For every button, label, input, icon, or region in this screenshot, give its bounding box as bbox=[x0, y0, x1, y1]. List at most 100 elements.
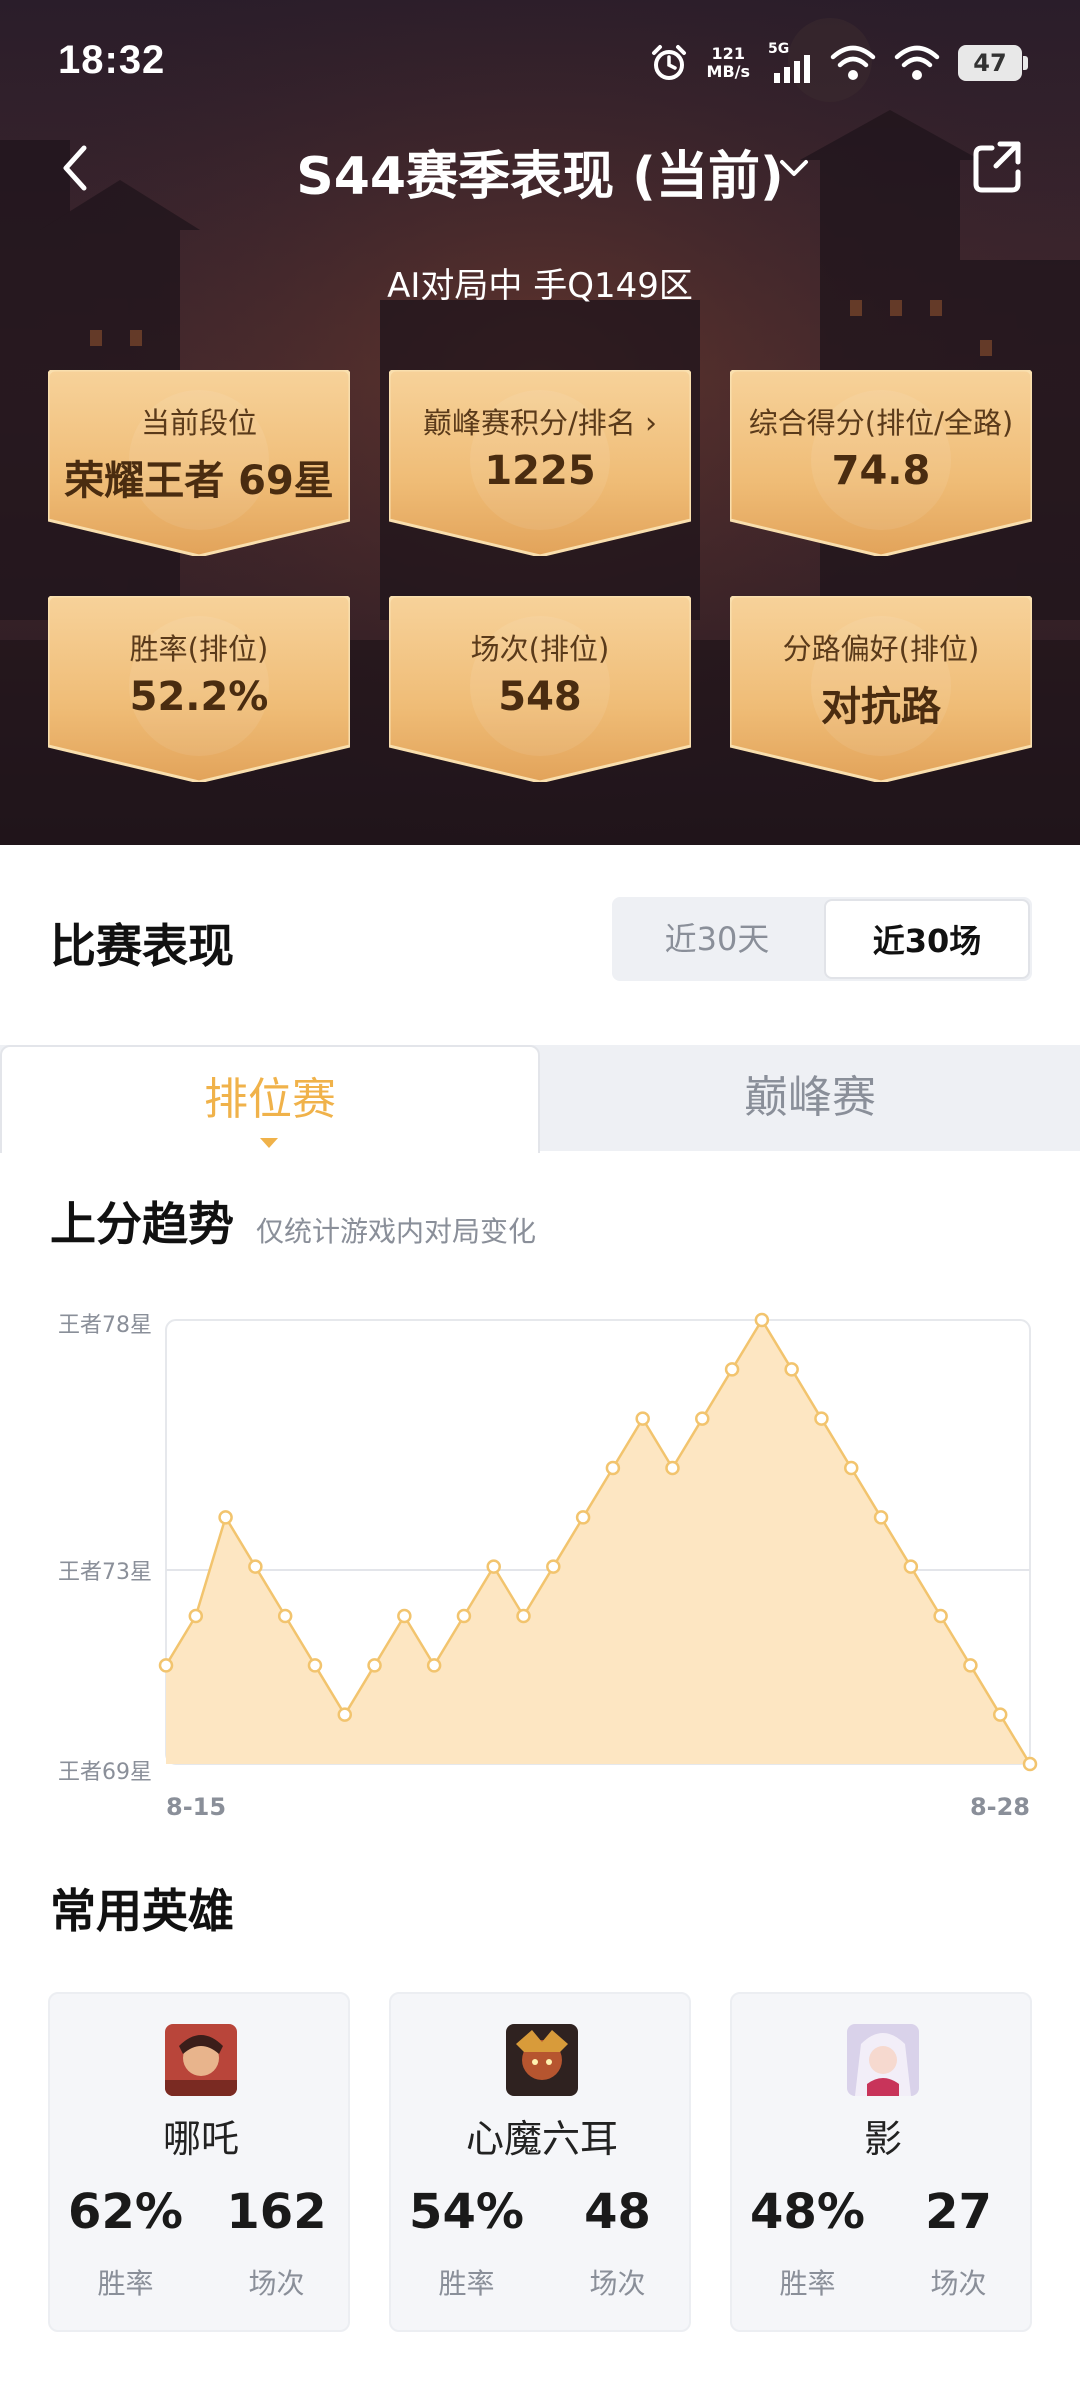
trend-point-21 bbox=[784, 1362, 799, 1377]
status-bar: 18:32 121 MB/s 5G 47 bbox=[0, 0, 1080, 125]
y-tick-label-top: 王者78星 bbox=[58, 1313, 152, 1338]
stat-label: 胜率(排位) bbox=[129, 632, 269, 666]
trend-point-0 bbox=[158, 1658, 174, 1673]
hero-games: 162 bbox=[226, 2184, 327, 2240]
trend-point-11 bbox=[486, 1559, 501, 1574]
stat-value: 548 bbox=[498, 674, 582, 720]
season-title: S44赛季表现 (当前) bbox=[296, 147, 784, 207]
page-title[interactable]: S44赛季表现 (当前) bbox=[0, 134, 1080, 209]
trend-point-2 bbox=[218, 1510, 233, 1525]
games-label: 场次 bbox=[248, 2267, 305, 2300]
trend-point-14 bbox=[575, 1510, 591, 1525]
tab-peak[interactable]: 巅峰赛 bbox=[540, 1045, 1080, 1151]
hero-avatar bbox=[165, 2024, 237, 2096]
hero-avatar bbox=[847, 2024, 919, 2096]
hero-card-ying[interactable]: 影 48% 27 胜率 场次 bbox=[730, 1992, 1032, 2332]
network-speed-unit: MB/s bbox=[706, 62, 750, 81]
win-rate-label: 胜率 bbox=[97, 2267, 154, 2300]
signal-icon: 5G bbox=[768, 41, 812, 85]
stat-label: 综合得分(排位/全路) bbox=[748, 406, 1014, 440]
hero-win-rate: 54% bbox=[409, 2184, 524, 2240]
trend-point-23 bbox=[843, 1460, 859, 1476]
hero-games: 27 bbox=[925, 2184, 992, 2240]
stat-value: 74.8 bbox=[831, 448, 931, 494]
x-label-start: 8-15 bbox=[166, 1793, 226, 1821]
trend-point-8 bbox=[397, 1608, 412, 1624]
y-tick-label-bottom: 王者69星 bbox=[58, 1760, 152, 1785]
tab-ranked[interactable]: 排位赛 bbox=[0, 1045, 540, 1153]
hero-games: 48 bbox=[584, 2184, 651, 2240]
chevron-right-icon: › bbox=[645, 406, 657, 441]
stat-value: 荣耀王者 69星 bbox=[64, 458, 334, 504]
stat-label: 场次(排位) bbox=[470, 632, 610, 666]
hero-card-liuer[interactable]: 心魔六耳 54% 48 胜率 场次 bbox=[389, 1992, 691, 2332]
trend-point-27 bbox=[963, 1658, 978, 1673]
status-icons: 121 MB/s 5G 47 bbox=[649, 38, 1028, 88]
trend-point-12 bbox=[516, 1608, 531, 1624]
network-speed: 121 MB/s bbox=[707, 45, 750, 81]
hero-name: 哪吒 bbox=[162, 2117, 239, 2161]
hero-avatar bbox=[506, 2024, 578, 2096]
battery-indicator: 47 bbox=[958, 45, 1028, 81]
games-label: 场次 bbox=[930, 2267, 987, 2300]
hero-name: 影 bbox=[863, 2117, 902, 2161]
stat-card-games: 场次(排位) 548 bbox=[389, 596, 691, 782]
season-header: 18:32 121 MB/s 5G 47 S44赛季表现 (当前) AI对局中 … bbox=[0, 0, 1080, 845]
stat-card-lane: 分路偏好(排位) 对抗路 bbox=[730, 596, 1032, 782]
hero-card-nezha[interactable]: 哪吒 62% 162 胜率 场次 bbox=[48, 1992, 350, 2332]
server-subtitle: AI对局中 手Q149区 bbox=[387, 266, 693, 306]
trend-point-15 bbox=[605, 1460, 621, 1476]
trend-point-20 bbox=[754, 1312, 770, 1328]
segment-recent-30-games[interactable]: 近30场 bbox=[824, 899, 1030, 979]
trend-point-3 bbox=[248, 1559, 263, 1574]
trend-point-24 bbox=[873, 1510, 889, 1525]
section-title-performance: 比赛表现 bbox=[50, 919, 234, 973]
segment-recent-30-days[interactable]: 近30天 bbox=[612, 897, 822, 981]
trend-point-19 bbox=[724, 1362, 740, 1377]
time-range-segmented-control: 近30天 近30场 bbox=[612, 897, 1032, 981]
trend-point-18 bbox=[695, 1411, 710, 1426]
trend-point-22 bbox=[814, 1411, 829, 1426]
mode-tabs: 排位赛 巅峰赛 bbox=[0, 1045, 1080, 1153]
stat-label: 分路偏好(排位) bbox=[782, 632, 980, 666]
title-bar: S44赛季表现 (当前) bbox=[0, 130, 1080, 210]
alarm-icon bbox=[651, 45, 686, 80]
trend-point-4 bbox=[277, 1608, 293, 1624]
trend-point-17 bbox=[665, 1460, 680, 1476]
trend-point-5 bbox=[307, 1658, 323, 1673]
trend-point-9 bbox=[426, 1658, 442, 1673]
trend-note: 仅统计游戏内对局变化 bbox=[256, 1215, 537, 1248]
trend-point-29 bbox=[1022, 1756, 1038, 1772]
trend-title: 上分趋势 bbox=[50, 1197, 234, 1251]
trend-point-13 bbox=[546, 1559, 561, 1574]
share-icon[interactable] bbox=[970, 138, 1028, 196]
network-speed-value: 121 bbox=[711, 44, 745, 63]
games-label: 场次 bbox=[589, 2267, 646, 2300]
trend-point-16 bbox=[635, 1411, 650, 1426]
stat-value: 对抗路 bbox=[821, 684, 941, 730]
stat-value: 1225 bbox=[484, 448, 596, 494]
trend-point-26 bbox=[933, 1608, 948, 1624]
wifi-icon bbox=[830, 45, 876, 80]
y-tick-label-mid: 王者73星 bbox=[58, 1560, 152, 1585]
stat-label: 巅峰赛积分/排名 bbox=[423, 406, 636, 440]
stat-card-rank: 当前段位 荣耀王者 69星 bbox=[48, 370, 350, 556]
chevron-down-icon[interactable] bbox=[774, 148, 814, 188]
section-title-heroes: 常用英雄 bbox=[50, 1884, 234, 1938]
stat-card-winrate: 胜率(排位) 52.2% bbox=[48, 596, 350, 782]
status-time: 18:32 bbox=[58, 38, 166, 82]
rank-trend-chart: 王者78星 王者73星 王者69星 8-15 8-28 bbox=[58, 1312, 1038, 1821]
wifi-icon-2 bbox=[894, 45, 940, 80]
trend-point-25 bbox=[903, 1559, 919, 1574]
stat-label-row: 巅峰赛积分/排名 › bbox=[389, 400, 691, 442]
hero-win-rate: 62% bbox=[68, 2184, 183, 2240]
stat-card-peak[interactable]: 巅峰赛积分/排名 › 1225 bbox=[389, 370, 691, 556]
x-label-end: 8-28 bbox=[970, 1793, 1030, 1821]
trend-point-6 bbox=[337, 1707, 353, 1722]
trend-point-10 bbox=[456, 1608, 472, 1624]
tab-indicator bbox=[260, 1138, 278, 1148]
stat-label: 当前段位 bbox=[140, 406, 257, 440]
stat-card-score: 综合得分(排位/全路) 74.8 bbox=[730, 370, 1032, 556]
stat-value: 52.2% bbox=[129, 674, 269, 720]
win-rate-label: 胜率 bbox=[438, 2267, 495, 2300]
